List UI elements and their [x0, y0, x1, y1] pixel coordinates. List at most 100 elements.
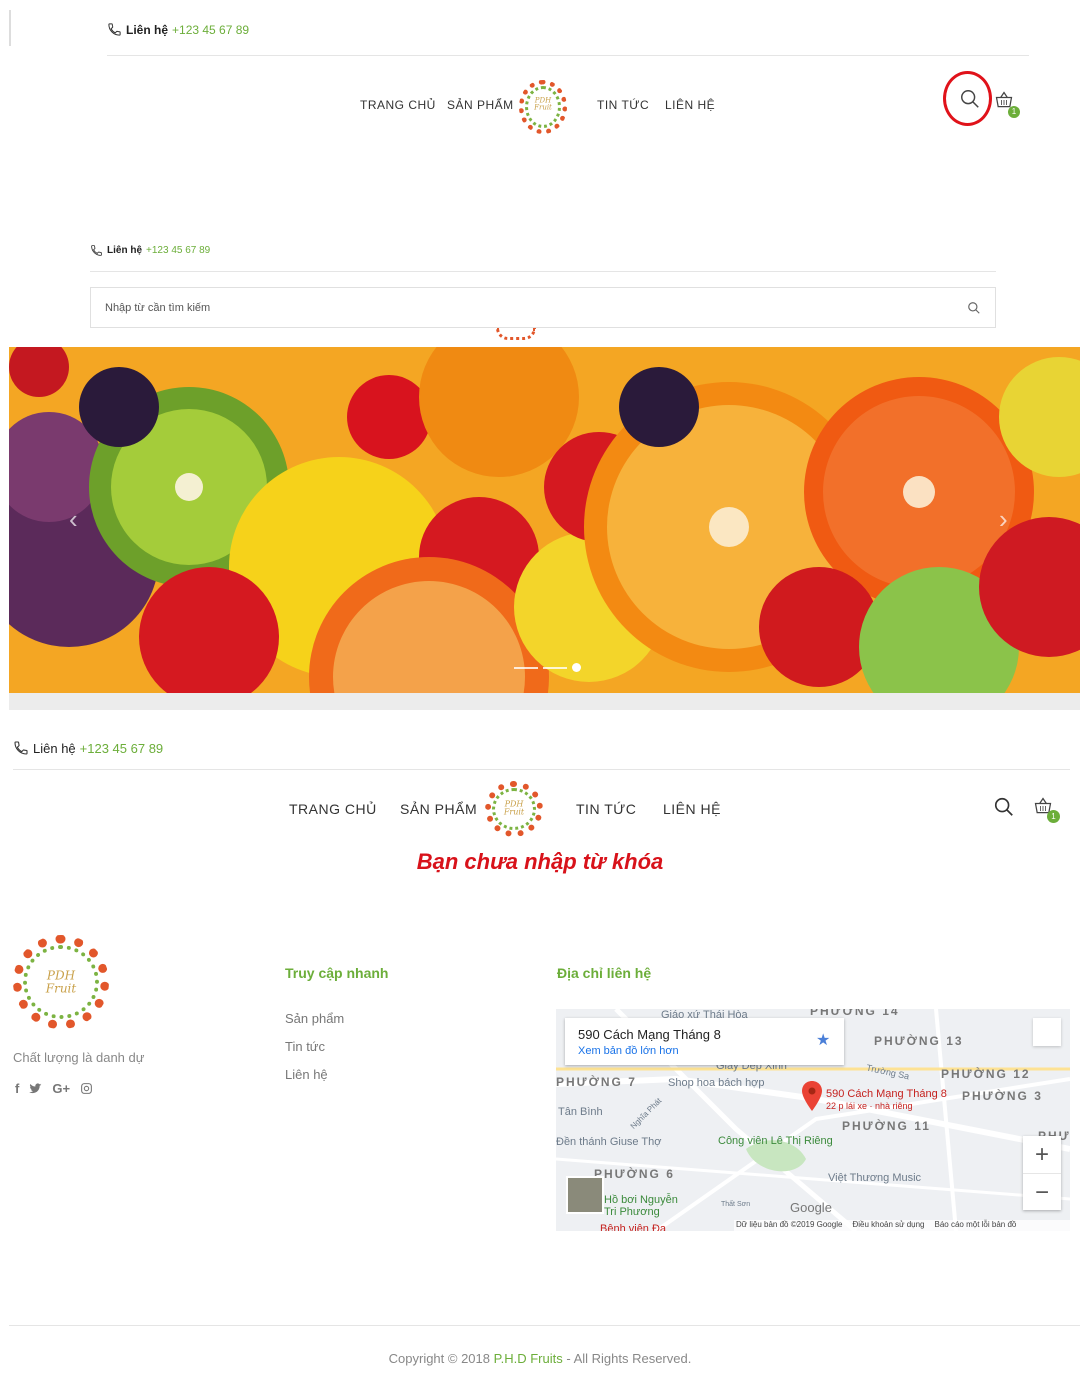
- map-pin-label: 590 Cách Mạng Tháng 8: [826, 1088, 947, 1100]
- contact-phone[interactable]: +123 45 67 89: [146, 245, 210, 256]
- search-icon[interactable]: [959, 88, 981, 110]
- divider: [107, 55, 1029, 56]
- google-plus-icon[interactable]: G+: [52, 1081, 70, 1096]
- save-star-icon[interactable]: ★: [816, 1030, 830, 1050]
- map-label: Việt Thương Music: [828, 1172, 922, 1184]
- site-logo[interactable]: PDH Fruit: [517, 72, 569, 138]
- ward-label: PHƯỜNG 3: [962, 1089, 1043, 1103]
- logo-text-2: Fruit: [503, 808, 525, 817]
- no-keyword-message: Bạn chưa nhập từ khóa: [416, 849, 664, 874]
- nav-home[interactable]: TRANG CHỦ: [360, 98, 447, 112]
- phone-icon: [14, 741, 28, 755]
- footer-slogan: Chất lượng là danh dự: [13, 1050, 145, 1065]
- cart-count-badge: 1: [1047, 810, 1060, 823]
- header-contact: Liên hệ +123 45 67 89: [107, 22, 249, 37]
- ward-label: PHƯỜNG 14: [810, 1009, 900, 1018]
- search-input[interactable]: Nhập từ cần tìm kiếm: [90, 287, 996, 328]
- map-label: Hồ bơi Nguyễn Tri Phương: [604, 1194, 678, 1218]
- map-footer-bar: Dữ liệu bản đồ ©2019 Google Điều khoản s…: [734, 1220, 1070, 1231]
- map-label: Tân Bình: [558, 1106, 603, 1118]
- social-links: f G+: [15, 1081, 93, 1096]
- contact-phone[interactable]: +123 45 67 89: [80, 741, 164, 756]
- quick-link-products[interactable]: Sản phẩm: [285, 1011, 344, 1026]
- search-placeholder: Nhập từ cần tìm kiếm: [105, 301, 211, 314]
- logo-text-1: PDH: [46, 968, 76, 983]
- satellite-thumbnail[interactable]: [566, 1176, 604, 1214]
- phone-icon: [108, 23, 121, 36]
- map-label: Thất Sơn: [721, 1201, 751, 1208]
- logo-text-2: Fruit: [534, 104, 552, 112]
- nav-news[interactable]: TIN TỨC: [597, 98, 665, 112]
- hero-dot[interactable]: [514, 666, 538, 669]
- logo-peek: [496, 328, 536, 340]
- nav-products[interactable]: SẢN PHẨM: [447, 98, 517, 112]
- map-report-link[interactable]: Báo cáo một lỗi bản đồ: [935, 1220, 1017, 1231]
- map-view-larger-link[interactable]: Xem bản đồ lớn hơn: [578, 1045, 679, 1057]
- map-label: Bệnh viện Đa: [600, 1223, 667, 1231]
- main-nav-2: TRANG CHỦ SẢN PHẨM PDH Fruit TIN TỨC LIÊN…: [289, 778, 721, 840]
- google-logo: Google: [790, 1200, 832, 1215]
- copyright: Copyright © 2018 P.H.D Fruits - All Righ…: [0, 1351, 1080, 1366]
- zoom-out-button[interactable]: −: [1023, 1173, 1061, 1211]
- main-nav: TRANG CHỦ SẢN PHẨM PDH Fruit TIN TỨC LIÊN…: [360, 70, 715, 140]
- nav-contact[interactable]: LIÊN HỆ: [663, 801, 721, 817]
- facebook-icon[interactable]: f: [15, 1081, 19, 1096]
- header2-contact: Liên hệ +123 45 67 89: [13, 740, 163, 756]
- footer-logo[interactable]: PDH Fruit: [13, 935, 109, 1029]
- hero-bottom-strip: [9, 693, 1080, 710]
- map-terms-link[interactable]: Điều khoản sử dụng: [852, 1220, 924, 1231]
- phone-icon: [91, 245, 102, 256]
- cart-button[interactable]: 1: [1033, 796, 1061, 826]
- hero-slider: ‹ ›: [9, 347, 1080, 693]
- twitter-icon[interactable]: [29, 1082, 42, 1095]
- quick-access-title: Truy cập nhanh: [285, 965, 389, 981]
- ward-label: PHƯỜNG 7: [556, 1075, 637, 1089]
- contact-label: Liên hệ: [107, 245, 143, 256]
- nav-products[interactable]: SẢN PHẨM: [400, 801, 485, 817]
- ward-label: PHƯỜNG 13: [874, 1034, 964, 1048]
- site-logo[interactable]: PDH Fruit: [485, 779, 543, 839]
- hero-prev-arrow[interactable]: ‹: [69, 506, 83, 532]
- contact-phone[interactable]: +123 45 67 89: [172, 23, 249, 37]
- logo-text-2: Fruit: [45, 981, 77, 995]
- map-label: Shop hoa bách hợp: [668, 1077, 765, 1089]
- divider: [13, 769, 1070, 770]
- map-label: Đền thánh Giuse Thợ: [556, 1136, 662, 1148]
- address-title: Địa chỉ liên hệ: [557, 965, 652, 981]
- ward-label: PHƯỜNG 11: [842, 1119, 931, 1133]
- map-pin-icon[interactable]: [802, 1081, 822, 1111]
- footer-divider: [9, 1325, 1080, 1326]
- divider: [90, 271, 996, 272]
- left-edge-bar: [9, 10, 11, 46]
- nav-home[interactable]: TRANG CHỦ: [289, 801, 400, 817]
- hero-pagination: [514, 663, 581, 672]
- copyright-suffix: - All Rights Reserved.: [562, 1351, 692, 1366]
- quick-link-contact[interactable]: Liên hệ: [285, 1067, 328, 1082]
- nav-news[interactable]: TIN TỨC: [576, 801, 663, 817]
- zoom-control: + −: [1023, 1136, 1061, 1210]
- zoom-in-button[interactable]: +: [1023, 1136, 1061, 1173]
- nav-contact[interactable]: LIÊN HỆ: [665, 98, 715, 112]
- fullscreen-button[interactable]: [1033, 1018, 1061, 1046]
- search-icon[interactable]: [967, 301, 981, 315]
- ward-label: PHƯỜNG 6: [594, 1167, 675, 1181]
- copyright-brand-link[interactable]: P.H.D Fruits: [494, 1351, 563, 1366]
- contact-label: Liên hệ: [126, 22, 169, 37]
- search-icon[interactable]: [993, 796, 1015, 818]
- hero-dot-active[interactable]: [572, 663, 581, 672]
- ward-label: PHƯỜNG 12: [941, 1067, 1031, 1081]
- instagram-icon[interactable]: [80, 1082, 93, 1095]
- cart-count-badge: 1: [1008, 106, 1020, 118]
- cart-button[interactable]: 1: [994, 90, 1020, 120]
- contact-label: Liên hệ: [33, 740, 76, 756]
- fruit-banner-image: [9, 347, 1080, 693]
- hero-next-arrow[interactable]: ›: [999, 506, 1013, 532]
- map-pin-sublabel: 22 p lái xe · nhà riêng: [826, 1101, 913, 1111]
- map-place-card: 590 Cách Mạng Tháng 8 Xem bản đồ lớn hơn…: [565, 1018, 844, 1065]
- quick-link-news[interactable]: Tin tức: [285, 1039, 325, 1054]
- map-label: Công viên Lê Thị Riêng: [718, 1135, 833, 1147]
- overlay-contact: Liên hệ +123 45 67 89: [90, 244, 210, 257]
- google-map[interactable]: Giáo xứ Thái Hòa Giày Dép Xinh Shop hoa …: [556, 1009, 1070, 1231]
- hero-dot[interactable]: [543, 666, 567, 669]
- map-attribution: Dữ liệu bản đồ ©2019 Google: [736, 1220, 843, 1229]
